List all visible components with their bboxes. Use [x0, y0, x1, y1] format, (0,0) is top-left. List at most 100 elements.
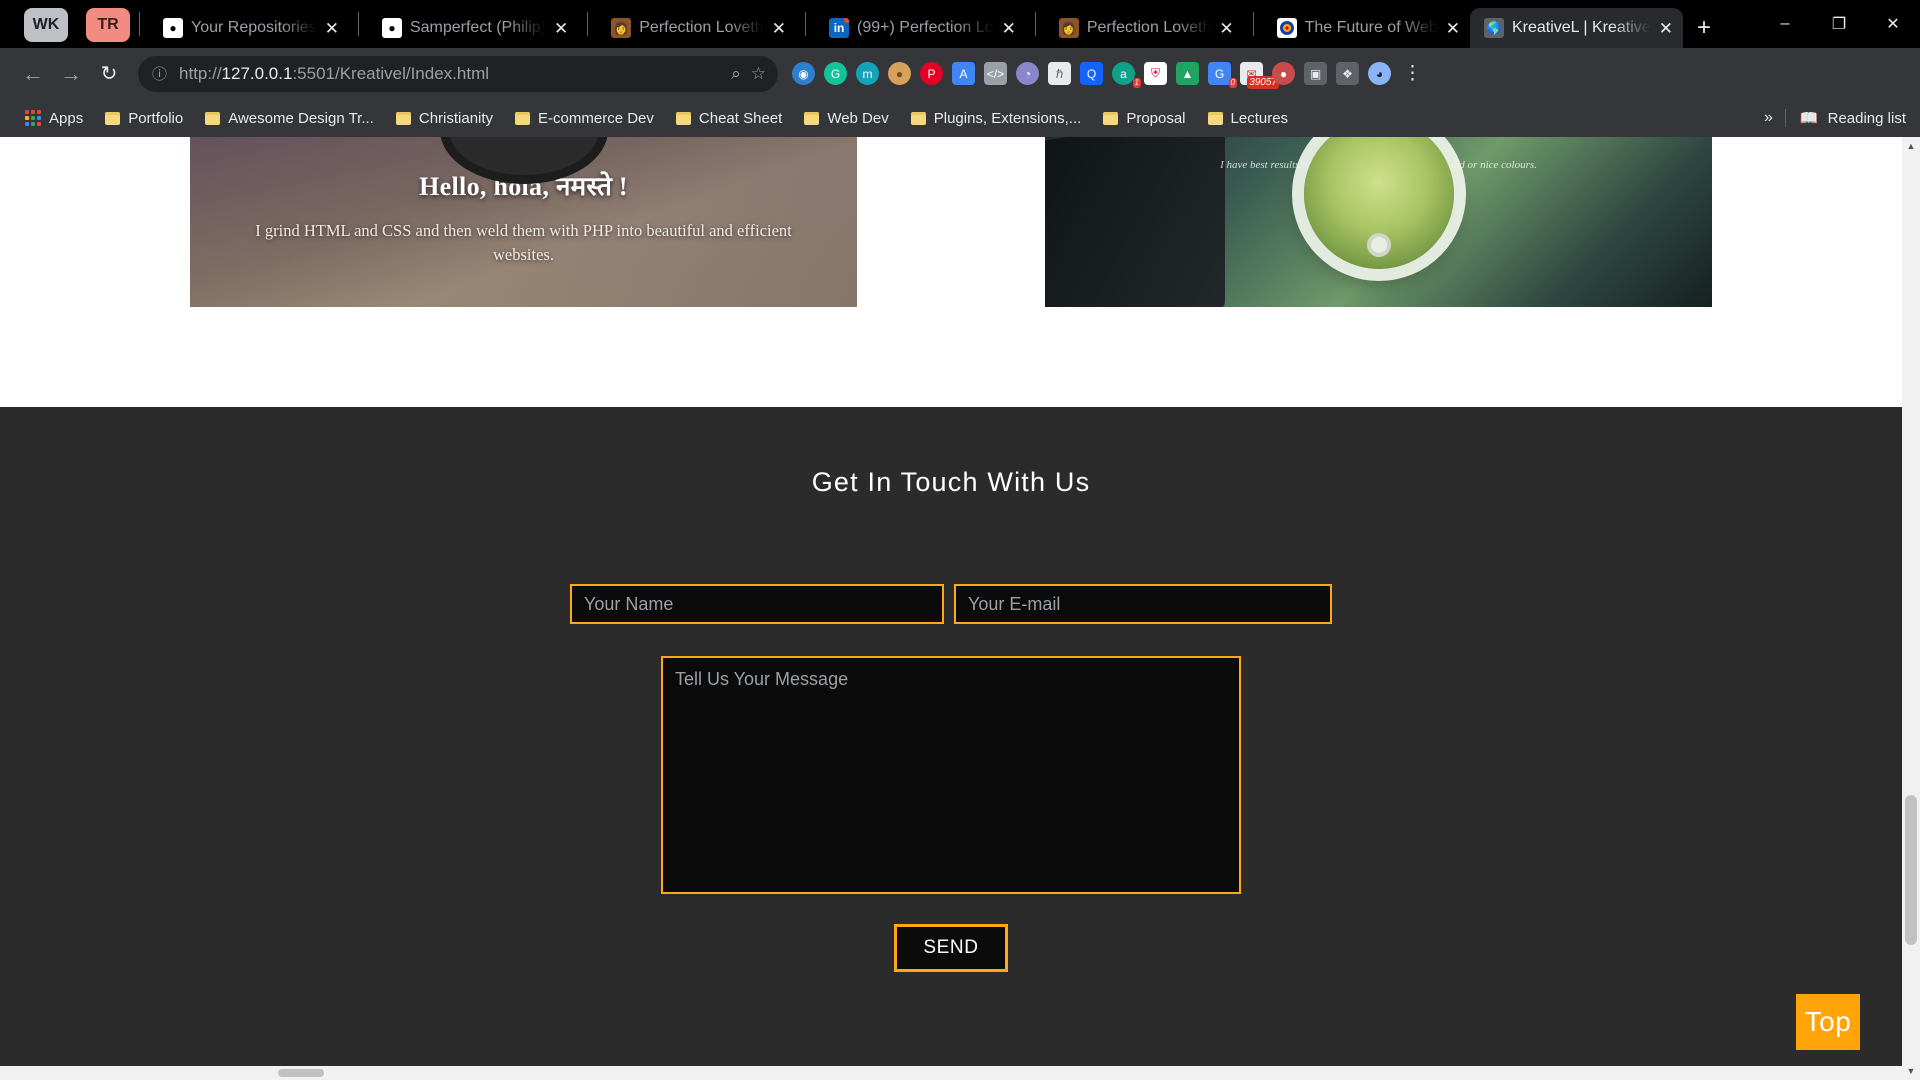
kebab-menu-icon[interactable]: ⋮ [1403, 62, 1422, 85]
tab-title: Perfection Loveth [1086, 19, 1212, 36]
bookmark-label: Cheat Sheet [698, 109, 783, 127]
tab-title: Samperfect (Philip) [409, 19, 546, 36]
tab-title: Perfection Loveth [639, 19, 764, 36]
send-button[interactable]: SEND [894, 924, 1008, 972]
folder-icon [205, 111, 221, 125]
reload-button[interactable]: ↻ [90, 55, 128, 93]
scrollbar-thumb[interactable] [1905, 795, 1917, 945]
screenshot-extension[interactable]: ▣ [1304, 62, 1327, 85]
bookmarks-overflow-button[interactable]: » [1752, 109, 1785, 127]
message-textarea[interactable] [661, 656, 1241, 894]
profile-chip-wk[interactable]: WK [24, 8, 68, 42]
tab-strip: WK TR ● Your Repositories ✕ ● Samperfect… [0, 0, 1920, 48]
bookmark-proposal[interactable]: Proposal [1092, 110, 1196, 127]
tab-divider [1252, 12, 1254, 36]
mcafee-extension[interactable]: ⛨ [1144, 62, 1167, 85]
close-icon[interactable]: ✕ [325, 20, 339, 37]
tab-kreativel[interactable]: 🌎 KreativeL | Kreative ✕ [1469, 8, 1683, 48]
horizontal-scrollbar[interactable] [0, 1066, 1902, 1080]
mega-extension[interactable]: m [856, 62, 879, 85]
url-host: 127.0.0.1 [221, 63, 293, 83]
close-icon[interactable]: ✕ [1446, 20, 1460, 37]
reading-list-button[interactable]: 📖 Reading list [1784, 109, 1906, 127]
bookmark-web-dev[interactable]: Web Dev [793, 110, 899, 127]
folder-icon [515, 111, 531, 125]
clock-extension[interactable]: ◔ [1016, 62, 1039, 85]
bookmark-label: Portfolio [128, 109, 184, 127]
bookmark-apps[interactable]: Apps [14, 110, 94, 127]
pinterest-extension[interactable]: P [920, 62, 943, 85]
ruler-extension[interactable]: ℏ [1048, 62, 1071, 85]
qwant-extension[interactable]: Q [1080, 62, 1103, 85]
close-icon[interactable]: ✕ [1659, 20, 1673, 37]
folder-icon [1207, 111, 1223, 125]
badge: 1 [1132, 78, 1141, 88]
bookmark-christianity[interactable]: Christianity [385, 110, 504, 127]
close-icon[interactable]: ✕ [1219, 20, 1233, 37]
translate-extension[interactable]: A [952, 62, 975, 85]
mail-extension[interactable]: ✉ 39057 [1240, 62, 1279, 89]
bookmark-plugins-extensions[interactable]: Plugins, Extensions,... [900, 110, 1093, 127]
tab-title: (99+) Perfection Lo [857, 19, 994, 36]
browser-window: WK TR ● Your Repositories ✕ ● Samperfect… [0, 0, 1920, 1080]
close-window-button[interactable]: ✕ [1866, 0, 1920, 48]
tab-perfection-loveth-2[interactable]: 👩 Perfection Loveth ✕ [1045, 8, 1244, 48]
bookmark-e-commerce-dev[interactable]: E-commerce Dev [504, 110, 665, 127]
forward-button[interactable]: → [52, 55, 90, 93]
drive-extension[interactable]: ▲ [1176, 62, 1199, 85]
tab-perfection-loveth-1[interactable]: 👩 Perfection Loveth ✕ [597, 8, 796, 48]
puzzle-extension[interactable]: ❖ [1336, 62, 1359, 85]
idm-extension[interactable]: ◉ [792, 62, 815, 85]
tab-linkedin[interactable]: in (99+) Perfection Lo ✕ [815, 8, 1026, 48]
profile-chip-tr[interactable]: TR [86, 8, 130, 42]
tab-your-repositories[interactable]: ● Your Repositories ✕ [149, 8, 349, 48]
zoom-icon[interactable]: ⌕ [731, 64, 741, 84]
info-icon[interactable]: ⓘ [152, 63, 167, 84]
new-tab-button[interactable]: + [1697, 16, 1711, 40]
address-bar[interactable]: ⓘ http://127.0.0.1:5501/Kreativel/Index.… [138, 55, 778, 92]
window-controls: – ❐ ✕ [1758, 0, 1920, 48]
minimize-button[interactable]: – [1758, 0, 1812, 48]
folder-icon [105, 111, 121, 125]
tab-samperfect[interactable]: ● Samperfect (Philip) ✕ [368, 8, 578, 48]
contact-section: Get In Touch With Us SEND [0, 407, 1902, 1080]
browsec-extension[interactable]: ● [1272, 62, 1295, 85]
close-icon[interactable]: ✕ [772, 20, 786, 37]
email-input[interactable] [954, 584, 1332, 624]
intro-cards: Hello, hola, नमस्ते ! I grind HTML and C… [0, 137, 1902, 307]
bookmark-label: Proposal [1126, 109, 1186, 127]
extensions-row: ◉ Gm ● P A </> ◔ ℏ Qa 1 ⛨ ▲ G 0 ✉ 39057 ● ▣ ❖ ◕ [792, 62, 1391, 89]
tab-the-future-of[interactable]: The Future of Web ✕ [1263, 8, 1470, 48]
contact-form: SEND [570, 584, 1332, 972]
close-icon[interactable]: ✕ [554, 20, 568, 37]
scrollbar-track[interactable] [1902, 155, 1920, 1062]
tab-divider [805, 12, 807, 36]
scroll-down-icon[interactable]: ▼ [1902, 1062, 1920, 1080]
bookmark-label: Plugins, Extensions,... [933, 109, 1082, 127]
bookmark-awesome-design-tr[interactable]: Awesome Design Tr... [194, 110, 385, 127]
send-button-wrap: SEND [570, 924, 1332, 972]
reading-list-label: Reading list [1827, 109, 1906, 127]
horizontal-scrollbar-thumb[interactable] [278, 1069, 324, 1077]
name-input[interactable] [570, 584, 944, 624]
reading-list-icon: 📖 [1799, 110, 1819, 127]
profile-avatar[interactable]: ◕ [1368, 62, 1391, 85]
cookie-extension[interactable]: ● [888, 62, 911, 85]
amazon-extension[interactable]: a1 [1112, 62, 1141, 88]
vertical-scrollbar[interactable]: ▲ ▼ [1902, 137, 1920, 1080]
scroll-up-icon[interactable]: ▲ [1902, 137, 1920, 155]
maximize-button[interactable]: ❐ [1812, 0, 1866, 48]
back-to-top-button[interactable]: Top [1796, 994, 1860, 1050]
grammarly-extension[interactable]: G [824, 62, 847, 85]
bookmark-cheat-sheet[interactable]: Cheat Sheet [665, 110, 793, 127]
bookmark-portfolio[interactable]: Portfolio [94, 110, 194, 127]
code-extension[interactable]: </> [984, 62, 1007, 85]
star-icon[interactable]: ☆ [751, 64, 766, 84]
badge: 0 [1228, 78, 1237, 88]
close-icon[interactable]: ✕ [1002, 20, 1016, 37]
google-translate-extension[interactable]: G0 [1208, 62, 1237, 88]
url-scheme: http:// [179, 63, 222, 83]
page-viewport: Hello, hola, नमस्ते ! I grind HTML and C… [0, 137, 1920, 1080]
bookmark-lectures[interactable]: Lectures [1197, 110, 1300, 127]
back-button[interactable]: ← [14, 55, 52, 93]
